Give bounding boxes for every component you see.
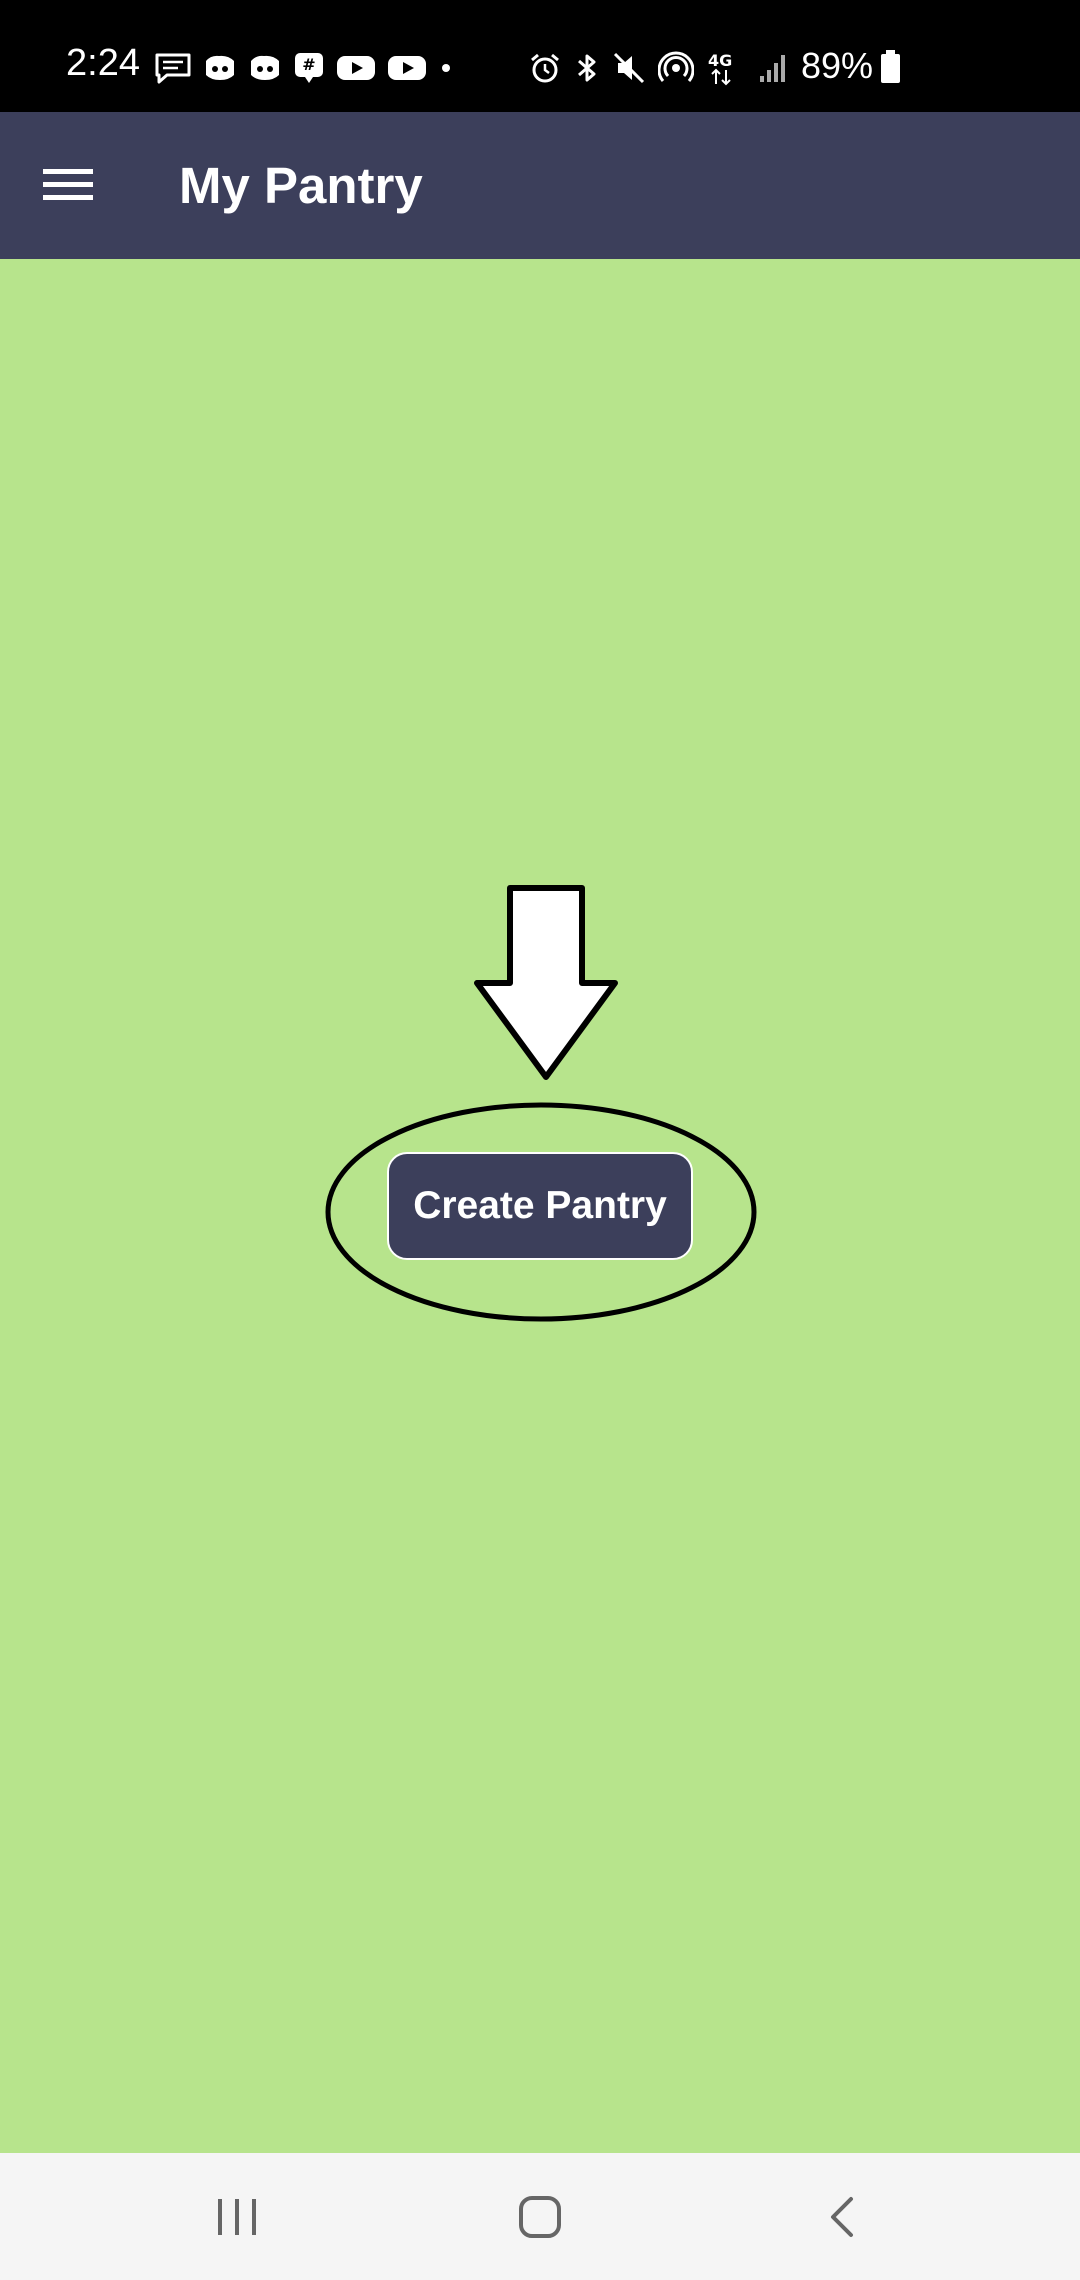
hamburger-menu-button[interactable] bbox=[34, 151, 102, 219]
navigation-bar bbox=[0, 2153, 1080, 2280]
mute-icon bbox=[613, 52, 645, 84]
message-icon bbox=[155, 53, 191, 84]
back-icon bbox=[831, 2197, 853, 2237]
notification-icons: # bbox=[154, 48, 454, 88]
status-bar: 2:24 # 4G 89% bbox=[0, 0, 1080, 112]
groupme-icon: # bbox=[295, 53, 323, 83]
down-arrow-annotation bbox=[474, 885, 618, 1080]
page-title: My Pantry bbox=[179, 157, 423, 214]
youtube-icon bbox=[388, 56, 426, 80]
svg-text:#: # bbox=[302, 55, 315, 74]
youtube-icon bbox=[337, 56, 375, 80]
bluetooth-icon bbox=[578, 54, 596, 82]
svg-text:4G: 4G bbox=[708, 51, 732, 70]
signal-icon bbox=[760, 55, 785, 82]
create-pantry-button[interactable]: Create Pantry bbox=[387, 1152, 693, 1260]
discord-icon bbox=[206, 55, 234, 80]
hamburger-menu-icon bbox=[43, 169, 93, 200]
status-time: 2:24 bbox=[66, 42, 140, 84]
back-button[interactable] bbox=[799, 2181, 885, 2253]
home-button[interactable] bbox=[497, 2181, 583, 2253]
4g-lte-icon: 4G bbox=[708, 51, 732, 86]
battery-icon bbox=[881, 50, 900, 83]
recents-icon bbox=[218, 2199, 256, 2235]
hotspot-icon bbox=[658, 51, 694, 82]
discord-icon bbox=[251, 55, 279, 80]
alarm-icon bbox=[531, 53, 559, 83]
battery-percent: 89% bbox=[801, 45, 874, 86]
home-icon bbox=[519, 2196, 561, 2238]
system-icons: 4G bbox=[528, 48, 788, 88]
app-bar: My Pantry bbox=[0, 112, 1080, 259]
more-notifications-dot-icon bbox=[442, 64, 450, 72]
recents-button[interactable] bbox=[194, 2181, 280, 2253]
